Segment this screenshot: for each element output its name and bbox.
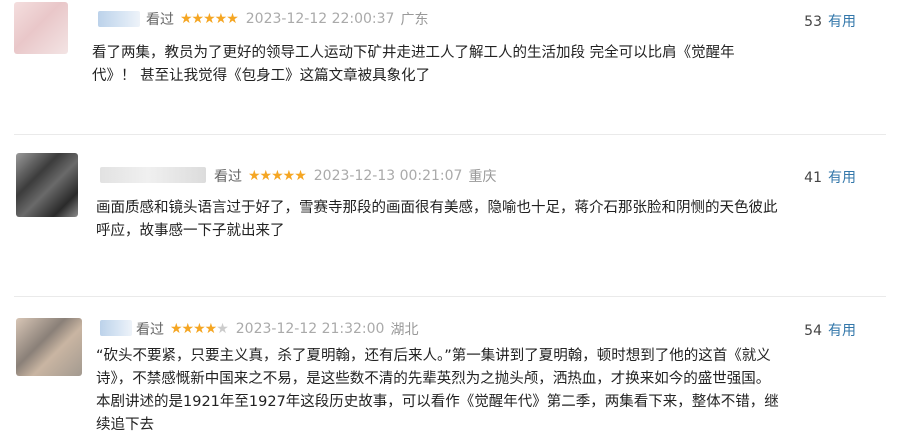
review-line: 画面质感和镜头语言过于好了，雪赛寺那段的画面很有美感，隐喻也十足，蒋介石那张脸和… (96, 200, 778, 216)
useful-button[interactable]: 54 有用 (804, 320, 856, 340)
review-text: 画面质感和镜头语言过于好了，雪赛寺那段的画面很有美感，隐喻也十足，蒋介石那张脸和… (96, 197, 778, 243)
review-location: 广东 (400, 12, 429, 28)
review-line: 呼应，故事感一下子就出来了 (96, 223, 285, 239)
user-name[interactable] (98, 11, 140, 27)
useful-label: 有用 (828, 14, 856, 30)
review-time: 2023-12-12 22:00:37 (245, 11, 395, 27)
rating-stars-icon: ★★★★★ (170, 321, 229, 337)
useful-count: 53 (804, 14, 822, 30)
avatar[interactable] (16, 318, 82, 376)
avatar[interactable] (16, 153, 78, 217)
user-name[interactable] (100, 167, 206, 183)
useful-button[interactable]: 53 有用 (804, 11, 856, 31)
rating-stars-icon: ★★★★★ (180, 11, 239, 27)
review-line: “砍头不要紧，只要主义真，杀了夏明翰，还有后来人。”第一集讲到了夏明翰，顿时想到… (96, 348, 771, 364)
watch-status: 看过 (136, 322, 164, 338)
review-location: 湖北 (390, 322, 419, 338)
useful-count: 54 (804, 323, 822, 339)
watch-status: 看过 (214, 169, 242, 185)
review-text: 看了两集，教员为了更好的领导工人运动下矿井走进工人了解工人的生活加段 完全可以比… (92, 42, 735, 88)
review-location: 重庆 (468, 169, 497, 185)
review-line: 续追下去 (96, 417, 154, 433)
review-line: 看了两集，教员为了更好的领导工人运动下矿井走进工人了解工人的生活加段 完全可以比… (92, 45, 735, 61)
review-meta: 看过 ★★★★★ 2023-12-12 22:00:37 广东 (146, 9, 428, 29)
divider (14, 296, 886, 297)
useful-label: 有用 (828, 170, 856, 186)
review-line: 本剧讲述的是1921年至1927年这段历史故事，可以看作《觉醒年代》第二季，两集… (96, 394, 779, 410)
review-meta: 看过 ★★★★★ 2023-12-12 21:32:00 湖北 (136, 319, 418, 339)
review-time: 2023-12-12 21:32:00 (235, 321, 385, 337)
user-name[interactable] (100, 320, 132, 336)
review-line: 诗》，不禁感慨新中国来之不易，是这些数不清的先辈英烈为之抛头颅，洒热血，才换来如… (96, 371, 771, 387)
useful-label: 有用 (828, 323, 856, 339)
review-text: “砍头不要紧，只要主义真，杀了夏明翰，还有后来人。”第一集讲到了夏明翰，顿时想到… (96, 345, 779, 437)
divider (14, 134, 886, 135)
avatar[interactable] (14, 2, 68, 54)
useful-button[interactable]: 41 有用 (804, 167, 856, 187)
useful-count: 41 (804, 170, 822, 186)
watch-status: 看过 (146, 12, 174, 28)
review-meta: 看过 ★★★★★ 2023-12-13 00:21:07 重庆 (214, 166, 496, 186)
review-line: 代》！ 甚至让我觉得《包身工》这篇文章被具象化了 (92, 68, 431, 84)
review-time: 2023-12-13 00:21:07 (313, 168, 463, 184)
rating-stars-icon: ★★★★★ (248, 168, 307, 184)
